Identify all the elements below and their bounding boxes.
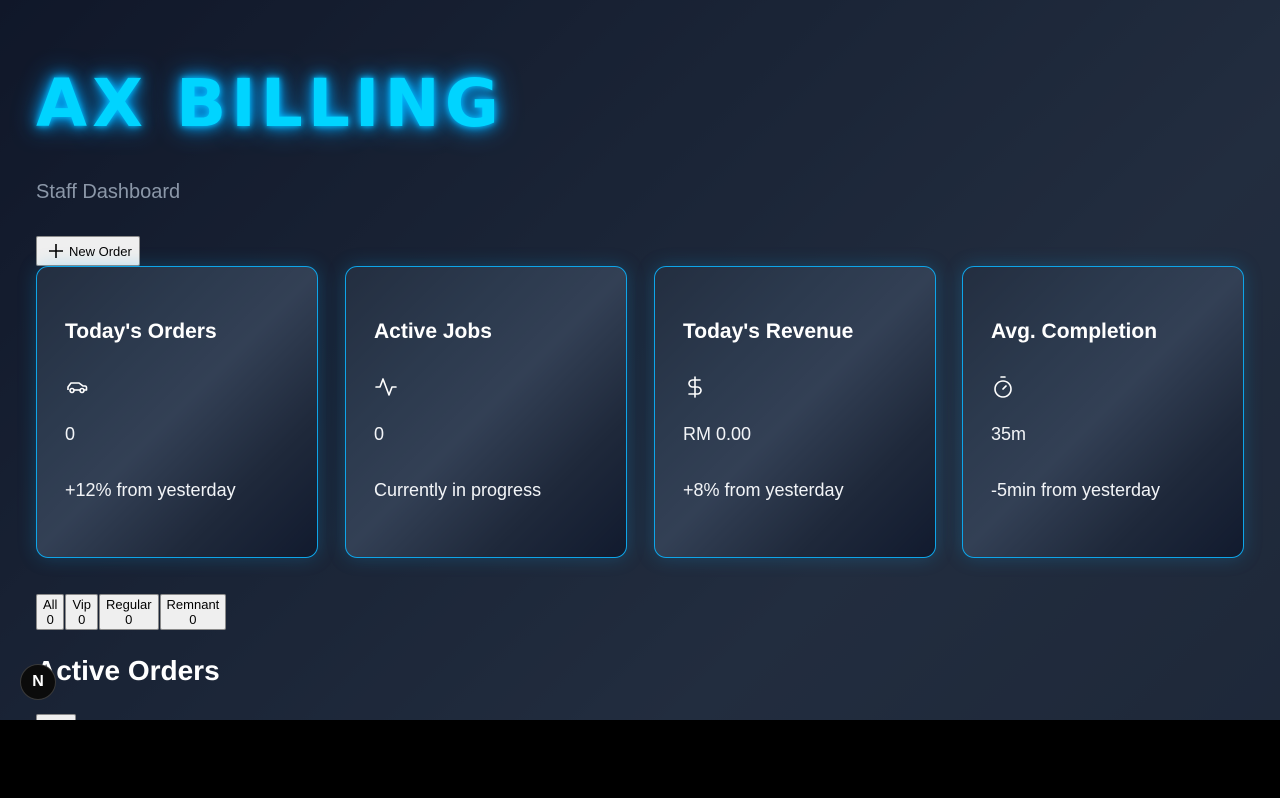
app-title: AX BILLING	[36, 65, 504, 142]
filter-tab-count: 0	[189, 612, 197, 627]
order-filter-tabs: All 0 Vip 0 Regular 0 Remnant 0	[36, 594, 227, 630]
filter-tab-count: 0	[78, 612, 86, 627]
stat-card-note: +8% from yesterday	[683, 480, 844, 500]
new-order-button[interactable]: New Order	[36, 236, 140, 266]
filter-tab-all[interactable]: All 0	[36, 594, 65, 630]
page-subtitle: Staff Dashboard	[36, 181, 181, 203]
stat-card-note: -5min from yesterday	[991, 480, 1161, 500]
stat-card-value: 35m	[991, 424, 1027, 444]
filter-tab-vip[interactable]: Vip 0	[65, 594, 99, 630]
dev-tools-badge[interactable]: N	[20, 664, 56, 700]
stat-card-todays-revenue: Today's Revenue RM 0.00 +8% from yesterd…	[654, 266, 936, 558]
active-orders-heading: Active Orders	[36, 655, 220, 686]
stat-card-value: 0	[65, 424, 76, 444]
stat-card-value: RM 0.00	[683, 424, 752, 444]
app-viewport: AX BILLING Staff Dashboard New Order Tod…	[0, 0, 1280, 720]
stat-card-title: Active Jobs	[374, 320, 492, 343]
filter-tab-regular[interactable]: Regular 0	[99, 594, 159, 630]
filter-tab-label: Regular	[106, 597, 152, 612]
filter-tab-label: Vip	[72, 597, 92, 612]
plus-icon	[49, 244, 63, 258]
stat-card-note: +12% from yesterday	[65, 480, 236, 500]
stat-card-active-jobs: Active Jobs 0 Currently in progress	[345, 266, 627, 558]
dollar-icon	[688, 376, 702, 398]
car-icon	[67, 382, 88, 394]
filter-tab-count: 0	[46, 612, 54, 627]
new-order-label: New Order	[69, 243, 132, 259]
stat-card-todays-orders: Today's Orders 0 +12% from yesterday	[36, 266, 318, 558]
stat-card-note: Currently in progress	[374, 480, 542, 500]
dev-tools-badge-label: N	[32, 673, 44, 690]
stat-card-title: Today's Revenue	[683, 320, 854, 343]
filter-tab-count: 0	[125, 612, 133, 627]
timer-icon	[994, 376, 1012, 398]
add-order-button[interactable]	[36, 714, 76, 720]
stat-card-value: 0	[374, 424, 385, 444]
stat-card-avg-completion: Avg. Completion 35m -5min from yesterday	[962, 266, 1244, 558]
stat-card-title: Avg. Completion	[991, 320, 1158, 343]
filter-tab-remnant[interactable]: Remnant 0	[159, 594, 227, 630]
filter-tab-label: Remnant	[166, 597, 220, 612]
stat-card-title: Today's Orders	[65, 320, 217, 343]
filter-tab-label: All	[43, 597, 58, 612]
activity-icon	[375, 378, 397, 396]
